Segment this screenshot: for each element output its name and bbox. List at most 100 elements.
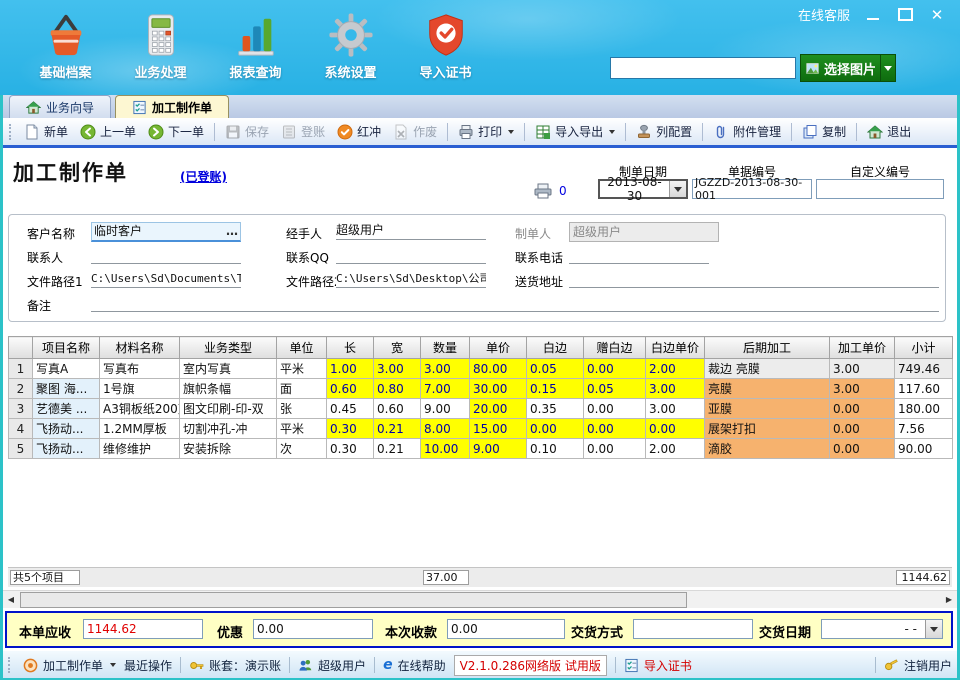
- item-cell[interactable]: 180.00: [895, 399, 953, 419]
- column-header[interactable]: 白边: [527, 337, 584, 359]
- column-header[interactable]: 业务类型: [180, 337, 277, 359]
- order-number-field[interactable]: JGZZD-2013-08-30-001: [692, 179, 812, 199]
- column-header[interactable]: 单价: [470, 337, 527, 359]
- item-cell[interactable]: 平米: [277, 359, 327, 379]
- pick-image-dropdown[interactable]: [880, 55, 895, 81]
- item-cell[interactable]: 0.00: [830, 439, 895, 459]
- maximize-button[interactable]: [896, 7, 914, 22]
- item-cell[interactable]: 0.21: [374, 439, 421, 459]
- item-cell[interactable]: 写真A: [33, 359, 100, 379]
- item-cell[interactable]: 3.00: [646, 399, 705, 419]
- item-cell[interactable]: 写真布: [100, 359, 180, 379]
- new-order-button[interactable]: 新单: [18, 121, 74, 142]
- nav-item-reports[interactable]: 报表查询: [208, 12, 303, 81]
- column-header[interactable]: 加工单价: [830, 337, 895, 359]
- item-cell[interactable]: 0.00: [830, 399, 895, 419]
- item-cell[interactable]: 2.00: [646, 359, 705, 379]
- print-button[interactable]: 打印: [452, 121, 520, 142]
- delivery-method-field[interactable]: [633, 619, 753, 639]
- recent-actions-item[interactable]: 最近操作: [124, 657, 172, 674]
- post-account-button[interactable]: 登账: [275, 121, 331, 142]
- online-help-item[interactable]: e 在线帮助: [383, 657, 446, 674]
- column-header[interactable]: 长: [327, 337, 374, 359]
- prev-order-button[interactable]: 上一单: [74, 121, 142, 142]
- delivery-date-combo[interactable]: - -: [821, 619, 943, 639]
- item-cell[interactable]: 0.30: [327, 419, 374, 439]
- tab-business-wizard[interactable]: 业务向导: [9, 95, 111, 118]
- column-config-button[interactable]: 列配置: [630, 121, 698, 142]
- item-cell[interactable]: 0.21: [374, 419, 421, 439]
- column-header[interactable]: 项目名称: [33, 337, 100, 359]
- column-header[interactable]: [9, 337, 33, 359]
- item-cell[interactable]: 7.56: [895, 419, 953, 439]
- item-cell[interactable]: 安装拆除: [180, 439, 277, 459]
- item-cell[interactable]: 裁边 亮膜: [705, 359, 830, 379]
- item-cell[interactable]: 117.60: [895, 379, 953, 399]
- received-field[interactable]: 0.00: [447, 619, 565, 639]
- void-button[interactable]: 作废: [387, 121, 443, 142]
- column-header[interactable]: 数量: [421, 337, 470, 359]
- red-flush-button[interactable]: 红冲: [331, 121, 387, 142]
- handler-field[interactable]: 超级用户: [336, 222, 486, 240]
- item-cell[interactable]: 0.05: [584, 379, 646, 399]
- item-cell[interactable]: 0.00: [830, 419, 895, 439]
- scroll-left-arrow[interactable]: ◀: [3, 591, 19, 608]
- item-cell[interactable]: 0.00: [584, 439, 646, 459]
- horizontal-scrollbar[interactable]: ◀ ▶: [3, 590, 957, 608]
- path2-field[interactable]: C:\Users\Sd\Desktop\公司: [336, 270, 486, 288]
- item-cell[interactable]: 9.00: [470, 439, 527, 459]
- item-cell[interactable]: 8.00: [421, 419, 470, 439]
- save-button[interactable]: 保存: [219, 121, 275, 142]
- pick-image-button[interactable]: 选择图片: [800, 54, 896, 82]
- item-cell[interactable]: 0.60: [374, 399, 421, 419]
- import-cert-item[interactable]: 导入证书: [624, 657, 692, 674]
- item-cell[interactable]: 7.00: [421, 379, 470, 399]
- item-cell[interactable]: 室内写真: [180, 359, 277, 379]
- item-cell[interactable]: 飞扬动...: [33, 419, 100, 439]
- item-cell[interactable]: 滴胶: [705, 439, 830, 459]
- item-cell[interactable]: 0.80: [374, 379, 421, 399]
- nav-item-settings[interactable]: 系统设置: [303, 12, 398, 81]
- item-cell[interactable]: 图文印刷-印-双: [180, 399, 277, 419]
- online-support-link[interactable]: 在线客服: [798, 5, 850, 24]
- discount-field[interactable]: 0.00: [253, 619, 373, 639]
- item-cell[interactable]: 2.00: [646, 439, 705, 459]
- order-date-combo[interactable]: 2013-08-30: [598, 179, 688, 199]
- next-order-button[interactable]: 下一单: [142, 121, 210, 142]
- image-path-input[interactable]: [610, 57, 796, 79]
- column-header[interactable]: 材料名称: [100, 337, 180, 359]
- item-cell[interactable]: 0.15: [527, 379, 584, 399]
- amount-due-field[interactable]: 1144.62: [83, 619, 203, 639]
- item-cell[interactable]: 旗帜条幅: [180, 379, 277, 399]
- item-cell[interactable]: 1号旗: [100, 379, 180, 399]
- exit-button[interactable]: 退出: [861, 121, 917, 142]
- item-cell[interactable]: 艺德美 ...: [33, 399, 100, 419]
- customer-browse-button[interactable]: …: [224, 223, 240, 240]
- item-cell[interactable]: A3铜板纸200克: [100, 399, 180, 419]
- item-cell[interactable]: 面: [277, 379, 327, 399]
- item-cell[interactable]: 飞扬动...: [33, 439, 100, 459]
- address-field[interactable]: [569, 270, 939, 288]
- item-cell[interactable]: 749.46: [895, 359, 953, 379]
- nav-item-base-archives[interactable]: 基础档案: [18, 12, 113, 81]
- item-cell[interactable]: 0.00: [584, 419, 646, 439]
- item-cell[interactable]: 3.00: [421, 359, 470, 379]
- column-header[interactable]: 单位: [277, 337, 327, 359]
- item-cell[interactable]: 10.00: [421, 439, 470, 459]
- item-cell[interactable]: 0.00: [646, 419, 705, 439]
- phone-field[interactable]: [569, 246, 709, 264]
- contact-field[interactable]: [91, 246, 241, 264]
- note-field[interactable]: [91, 294, 939, 312]
- close-button[interactable]: ✕: [928, 7, 946, 22]
- logout-item[interactable]: 注销用户: [884, 657, 952, 674]
- item-cell[interactable]: 0.30: [327, 439, 374, 459]
- item-cell[interactable]: 9.00: [421, 399, 470, 419]
- item-cell[interactable]: 3.00: [374, 359, 421, 379]
- import-export-button[interactable]: 导入导出: [529, 121, 621, 142]
- posted-status-link[interactable]: (已登账): [180, 168, 227, 185]
- item-cell[interactable]: 1.00: [327, 359, 374, 379]
- item-cell[interactable]: 亚膜: [705, 399, 830, 419]
- nav-item-import-cert[interactable]: 导入证书: [398, 12, 493, 81]
- tab-processing-order[interactable]: 加工制作单: [115, 95, 229, 118]
- delivery-date-dropdown[interactable]: [925, 620, 942, 638]
